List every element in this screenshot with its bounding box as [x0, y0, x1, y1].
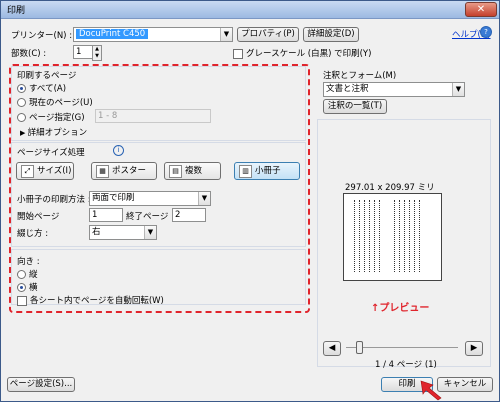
- page-counter: 1 / 4 ページ (1): [375, 360, 437, 370]
- close-icon[interactable]: ✕: [465, 2, 497, 17]
- annotations-select[interactable]: 文書と注釈 ▼: [323, 82, 465, 97]
- preview-text-col: [374, 200, 376, 272]
- preview-text-col: [414, 200, 416, 272]
- preview-text-col: [409, 200, 411, 272]
- title-bar: 印刷 ✕: [1, 1, 499, 19]
- preview-text-col: [379, 200, 381, 272]
- preview-text-col: [369, 200, 371, 272]
- chevron-left-icon: ◀: [328, 343, 336, 353]
- print-dialog: 印刷 ✕ プリンター(N) : DocuPrint C450 ▼ プロパティ(P…: [0, 0, 500, 402]
- annotations-value: 文書と注釈: [326, 84, 369, 94]
- prev-page-button[interactable]: ◀: [323, 341, 341, 356]
- properties-button[interactable]: プロパティ(P): [237, 27, 299, 42]
- annotations-summary-button[interactable]: 注釈の一覧(T): [323, 99, 387, 114]
- copies-stepper[interactable]: ▲ ▼: [92, 45, 102, 61]
- grayscale-check-box[interactable]: [233, 48, 243, 59]
- help-icon[interactable]: ?: [480, 26, 492, 38]
- chevron-right-icon: ▶: [470, 343, 478, 353]
- window-title: 印刷: [7, 6, 26, 16]
- preview-size: 297.01 x 209.97 ミリ: [345, 183, 435, 193]
- chevron-down-icon: ▼: [220, 28, 232, 41]
- preview-annotation: ↑プレビュー: [371, 303, 430, 314]
- page-setup-button[interactable]: ページ設定(S)...: [7, 377, 75, 392]
- next-page-button[interactable]: ▶: [465, 341, 483, 356]
- preview-page: [343, 193, 442, 281]
- grayscale-checkbox[interactable]: グレースケール (白黒) で印刷(Y): [233, 47, 371, 59]
- cursor-arrow-icon: [420, 380, 442, 401]
- printer-select[interactable]: DocuPrint C450 ▼: [73, 27, 233, 42]
- page-slider-thumb[interactable]: [356, 341, 363, 354]
- preview-text-col: [419, 200, 421, 272]
- grayscale-label: グレースケール (白黒) で印刷(Y): [246, 49, 372, 59]
- preview-text-col: [399, 200, 401, 272]
- highlight-dashed-frame: [9, 64, 310, 313]
- preview-text-col: [359, 200, 361, 272]
- preview-text-col: [364, 200, 366, 272]
- chevron-down-icon: ▼: [452, 83, 464, 96]
- printer-label: プリンター(N) :: [11, 31, 73, 41]
- cancel-button[interactable]: キャンセル: [437, 377, 493, 392]
- copies-field[interactable]: 1: [73, 45, 93, 59]
- annotations-title: 注釈とフォーム(M): [323, 71, 397, 81]
- printer-value: DocuPrint C450: [76, 29, 149, 39]
- preview-text-col: [394, 200, 396, 272]
- preview-text-col: [354, 200, 356, 272]
- preview-text-col: [404, 200, 406, 272]
- copies-label: 部数(C) :: [11, 49, 47, 59]
- advanced-button[interactable]: 詳細設定(D): [303, 27, 359, 42]
